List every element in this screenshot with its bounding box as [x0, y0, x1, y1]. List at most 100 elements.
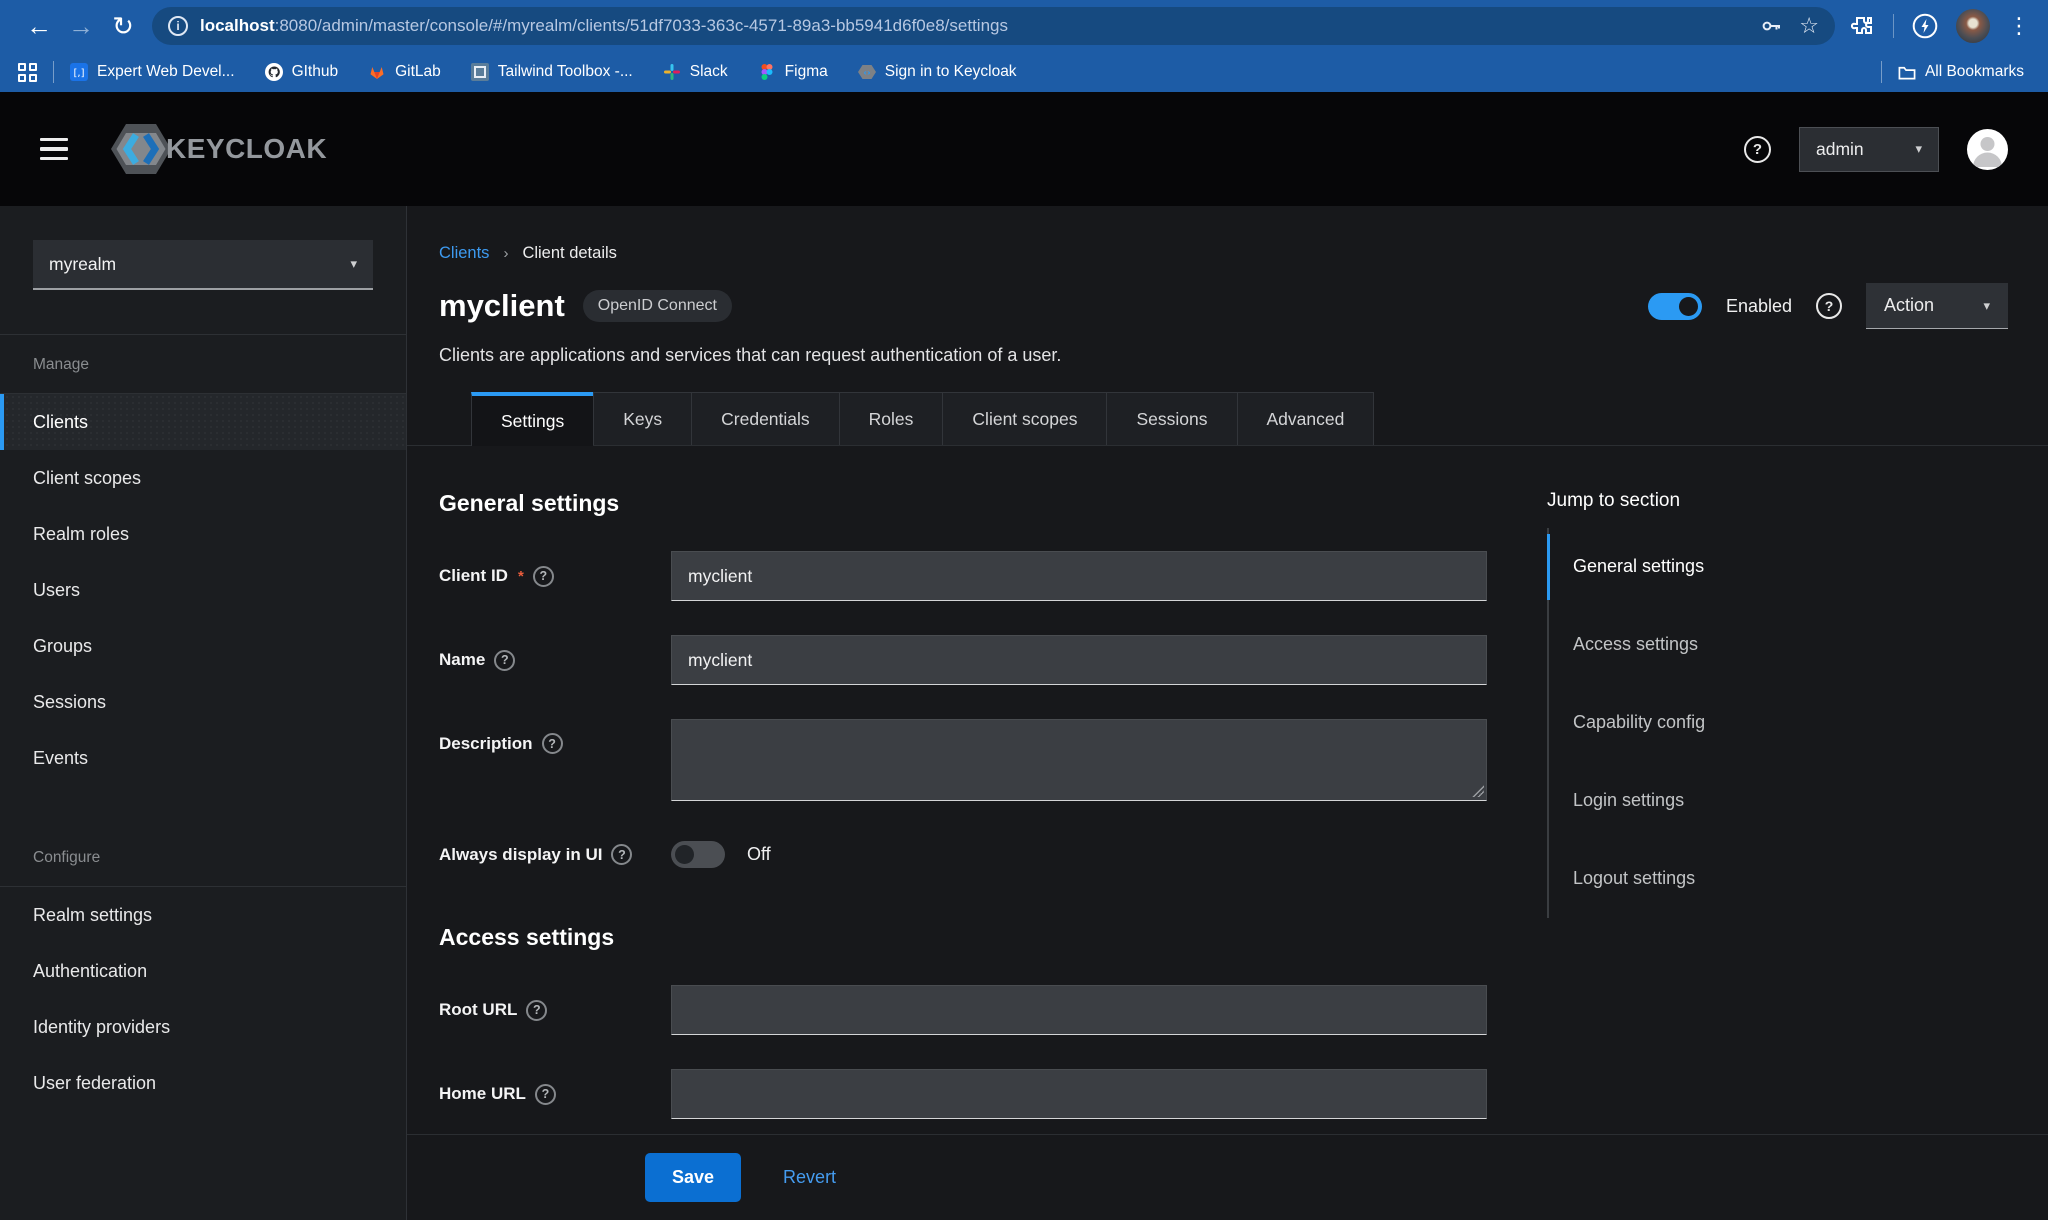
password-key-icon[interactable] [1759, 14, 1783, 38]
main-content: Clients › Client details myclient OpenID… [407, 206, 2048, 1220]
tab-keys[interactable]: Keys [593, 392, 691, 445]
home-url-help-icon[interactable]: ? [535, 1084, 556, 1105]
browser-profile-avatar[interactable] [1956, 9, 1990, 43]
name-input[interactable] [671, 635, 1487, 685]
jump-link-general-settings[interactable]: General settings [1549, 528, 1977, 606]
bookmark-gitlab[interactable]: GitLab [368, 63, 441, 81]
bookmark-keycloak[interactable]: ‹› Sign in to Keycloak [858, 63, 1017, 81]
sidebar-item-clients[interactable]: Clients [0, 394, 406, 450]
jump-link-logout-settings[interactable]: Logout settings [1549, 840, 1977, 918]
client-id-help-icon[interactable]: ? [533, 566, 554, 587]
extensions-puzzle-icon[interactable] [1851, 14, 1875, 38]
name-label: Name [439, 650, 485, 670]
sidebar-item-sessions[interactable]: Sessions [0, 674, 406, 730]
keycloak-favicon: ‹› [858, 63, 876, 81]
always-display-label: Always display in UI [439, 845, 602, 865]
root-url-input[interactable] [671, 985, 1487, 1035]
user-menu-label: admin [1816, 139, 1864, 160]
nav-toggle-hamburger-icon[interactable] [40, 138, 68, 161]
sidebar-item-events[interactable]: Events [0, 730, 406, 786]
url-text: localhost:8080/admin/master/console/#/my… [200, 16, 1745, 36]
sidebar: myrealm ▾ Manage Clients Client scopes R… [0, 206, 407, 1220]
sidebar-item-realm-roles[interactable]: Realm roles [0, 506, 406, 562]
tab-advanced[interactable]: Advanced [1237, 392, 1375, 445]
home-url-input[interactable] [671, 1069, 1487, 1119]
chevron-down-icon: ▾ [1983, 298, 1990, 314]
configure-nav: Realm settings Authentication Identity p… [0, 887, 406, 1111]
client-id-input[interactable] [671, 551, 1487, 601]
breadcrumb-clients-link[interactable]: Clients [439, 244, 489, 263]
chevron-down-icon: ▾ [1915, 141, 1922, 157]
bookmark-tailwind-toolbox[interactable]: Tailwind Toolbox -... [471, 63, 633, 81]
masthead: KEYCLOAK ? admin ▾ [0, 92, 2048, 206]
settings-form: General settings Client ID * ? Name ? [439, 446, 1487, 1119]
back-icon[interactable]: ← [18, 13, 60, 39]
description-help-icon[interactable]: ? [542, 733, 563, 754]
address-bar[interactable]: i localhost:8080/admin/master/console/#/… [152, 7, 1835, 45]
always-display-toggle[interactable] [671, 841, 725, 868]
revert-link[interactable]: Revert [783, 1167, 836, 1188]
svg-text:‹›: ‹› [863, 69, 871, 79]
description-label: Description [439, 734, 533, 754]
bookmark-figma[interactable]: Figma [758, 63, 828, 81]
keycloak-wordmark: KEYCLOAK [166, 133, 327, 165]
bookmark-slack[interactable]: Slack [663, 63, 728, 81]
sidebar-item-users[interactable]: Users [0, 562, 406, 618]
name-help-icon[interactable]: ? [494, 650, 515, 671]
user-menu-dropdown[interactable]: admin ▾ [1799, 127, 1939, 172]
forward-icon[interactable]: → [60, 13, 102, 39]
tab-client-scopes[interactable]: Client scopes [942, 392, 1106, 445]
bookmarks-bar: [,] Expert Web Devel... GIthub GitLab Ta… [0, 52, 2048, 92]
sidebar-item-identity-providers[interactable]: Identity providers [0, 999, 406, 1055]
save-button[interactable]: Save [645, 1153, 741, 1202]
bookmark-github[interactable]: GIthub [265, 63, 339, 81]
gitlab-favicon [368, 63, 386, 81]
folder-icon [1898, 63, 1916, 81]
toolbar-separator [1893, 14, 1894, 38]
sidebar-item-authentication[interactable]: Authentication [0, 943, 406, 999]
url-path: :8080/admin/master/console/#/myrealm/cli… [275, 16, 1008, 35]
enabled-help-icon[interactable]: ? [1816, 293, 1842, 319]
tab-settings[interactable]: Settings [471, 392, 593, 446]
always-display-help-icon[interactable]: ? [611, 844, 632, 865]
svg-text:[,]: [,] [74, 68, 85, 79]
bookmark-star-icon[interactable]: ☆ [1799, 15, 1819, 37]
bookmarks-separator [53, 61, 54, 83]
protocol-badge: OpenID Connect [583, 290, 732, 322]
root-url-help-icon[interactable]: ? [526, 1000, 547, 1021]
url-host: localhost [200, 16, 275, 35]
all-bookmarks-separator [1881, 61, 1882, 83]
reload-icon[interactable]: ↻ [102, 13, 144, 39]
jump-link-access-settings[interactable]: Access settings [1549, 606, 1977, 684]
site-info-icon[interactable]: i [168, 16, 188, 36]
realm-selector-label: myrealm [49, 254, 116, 275]
sidebar-item-user-federation[interactable]: User federation [0, 1055, 406, 1111]
jump-to-section-panel: Jump to section General settings Access … [1547, 446, 1977, 1119]
user-avatar[interactable] [1967, 129, 2008, 170]
apps-grid-icon[interactable] [18, 63, 37, 82]
sidebar-item-groups[interactable]: Groups [0, 618, 406, 674]
tab-credentials[interactable]: Credentials [691, 392, 839, 445]
sidebar-section-configure: Configure [0, 828, 406, 886]
help-icon[interactable]: ? [1744, 136, 1771, 163]
sidebar-item-client-scopes[interactable]: Client scopes [0, 450, 406, 506]
breadcrumb: Clients › Client details [407, 206, 2048, 263]
all-bookmarks-button[interactable]: All Bookmarks [1898, 63, 2024, 81]
realm-selector[interactable]: myrealm ▾ [33, 240, 373, 290]
browser-menu-icon[interactable]: ⋮ [2008, 15, 2030, 37]
page-title: myclient [439, 288, 565, 324]
tab-sessions[interactable]: Sessions [1106, 392, 1236, 445]
keycloak-hexagon-icon [110, 122, 172, 176]
keycloak-logo[interactable]: KEYCLOAK [110, 122, 327, 176]
description-textarea[interactable] [671, 719, 1487, 801]
always-display-state: Off [747, 844, 771, 865]
tab-roles[interactable]: Roles [839, 392, 943, 445]
bookmark-expert-web[interactable]: [,] Expert Web Devel... [70, 63, 235, 81]
extension-bolt-icon[interactable] [1912, 13, 1938, 39]
enabled-toggle[interactable] [1648, 293, 1702, 320]
jump-link-login-settings[interactable]: Login settings [1549, 762, 1977, 840]
sidebar-item-realm-settings[interactable]: Realm settings [0, 887, 406, 943]
action-dropdown[interactable]: Action ▾ [1866, 283, 2008, 329]
jump-link-capability-config[interactable]: Capability config [1549, 684, 1977, 762]
client-tabs: Settings Keys Credentials Roles Client s… [407, 392, 2048, 446]
